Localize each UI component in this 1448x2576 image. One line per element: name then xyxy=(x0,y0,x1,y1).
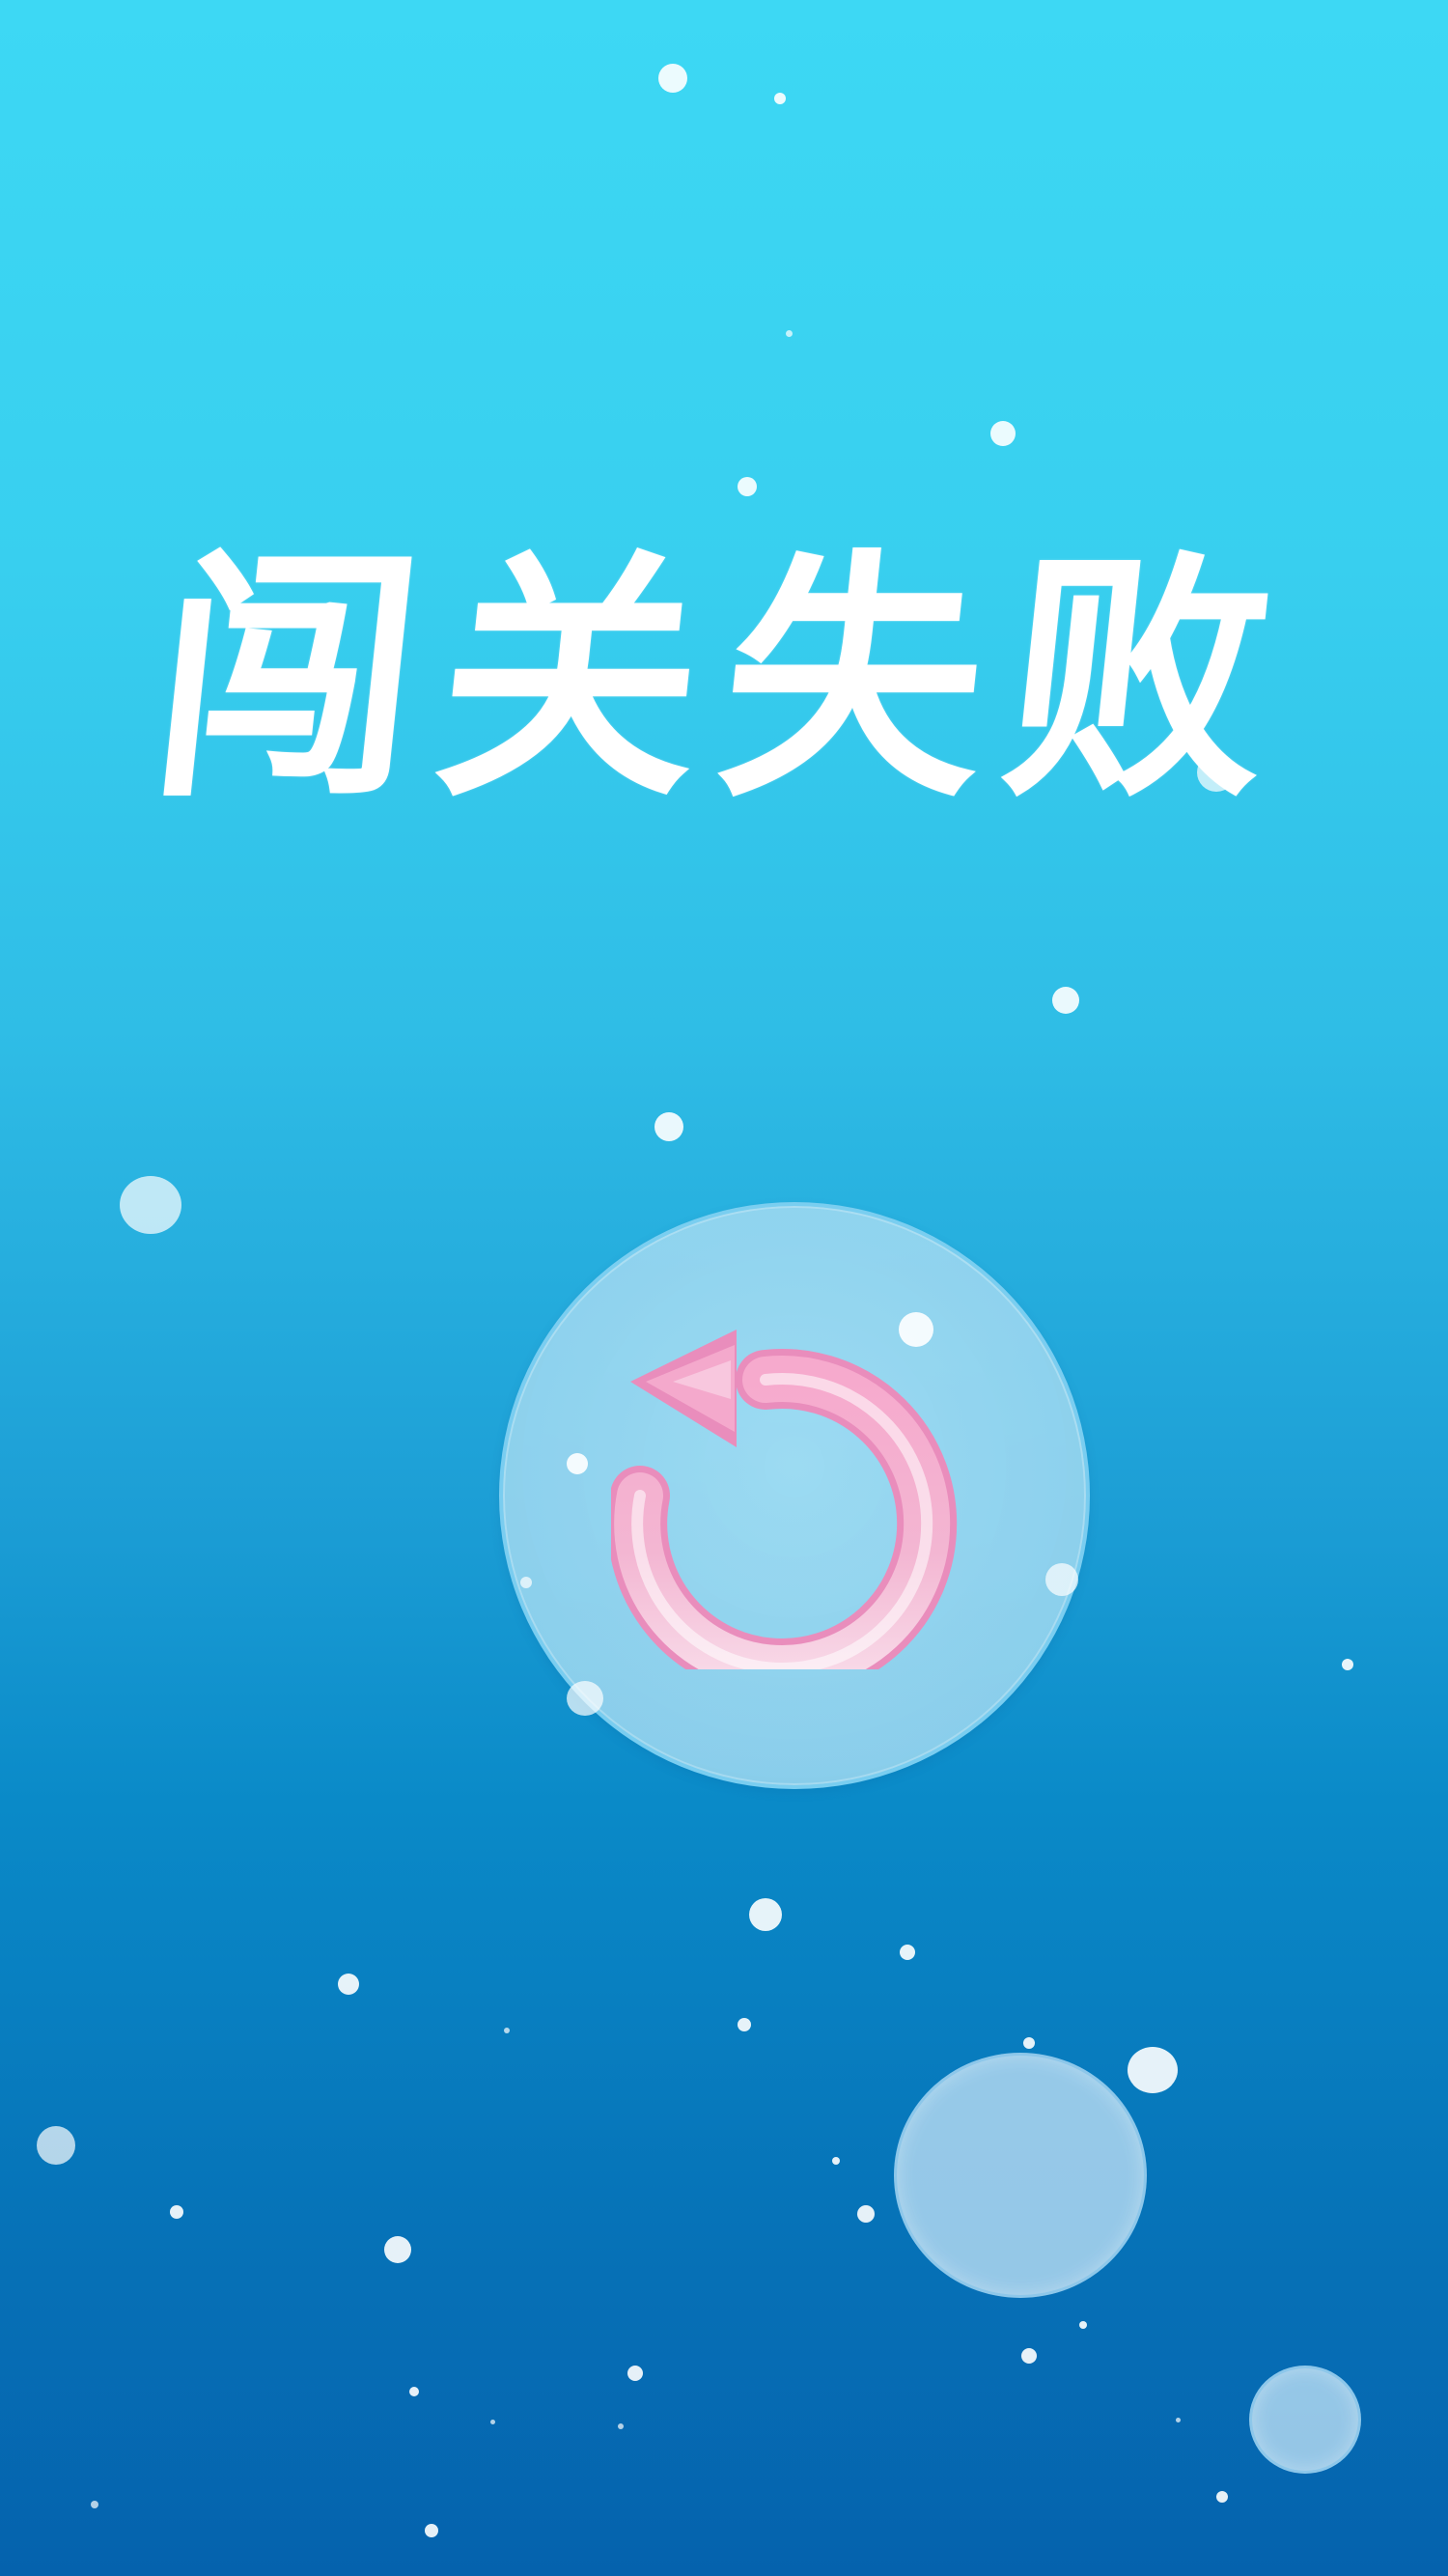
particle xyxy=(1023,2037,1035,2049)
particle xyxy=(1176,2418,1181,2422)
bubble-sparkle xyxy=(567,1681,603,1716)
particle xyxy=(832,2157,840,2165)
particle xyxy=(900,1945,915,1960)
particle xyxy=(425,2524,438,2537)
particle xyxy=(786,330,793,337)
particle xyxy=(504,2028,510,2033)
retry-button[interactable] xyxy=(499,1202,1090,1789)
particle xyxy=(1021,2348,1037,2364)
particle xyxy=(1079,2321,1087,2329)
particle xyxy=(1216,2491,1228,2503)
particle xyxy=(170,2205,183,2219)
particle xyxy=(490,2420,495,2424)
game-over-screen: 闯关失败 xyxy=(0,0,1448,2576)
particle xyxy=(91,2501,98,2508)
particle xyxy=(738,2018,751,2031)
particle xyxy=(654,1112,683,1141)
particle xyxy=(1128,2047,1178,2093)
particle xyxy=(990,421,1016,446)
decorative-bubble-large xyxy=(894,2053,1147,2298)
bubble-sparkle xyxy=(567,1453,588,1474)
bubble-sparkle xyxy=(899,1312,933,1347)
particle xyxy=(37,2126,75,2165)
particle xyxy=(738,477,757,496)
particle xyxy=(120,1176,181,1234)
particle xyxy=(857,2205,875,2223)
particle xyxy=(1052,987,1079,1014)
particle xyxy=(409,2387,419,2396)
game-over-title: 闯关失败 xyxy=(140,528,1308,832)
particle xyxy=(384,2236,411,2263)
bubble-sparkle xyxy=(520,1577,532,1588)
particle xyxy=(749,1898,782,1931)
particle xyxy=(1342,1659,1353,1670)
particle xyxy=(627,2366,643,2381)
particle xyxy=(774,93,786,104)
particle xyxy=(618,2423,624,2429)
decorative-bubble-small xyxy=(1249,2366,1361,2474)
particle xyxy=(338,1974,359,1995)
particle xyxy=(658,64,687,93)
bubble-sparkle xyxy=(1045,1563,1078,1596)
retry-arrow-icon xyxy=(611,1330,958,1669)
